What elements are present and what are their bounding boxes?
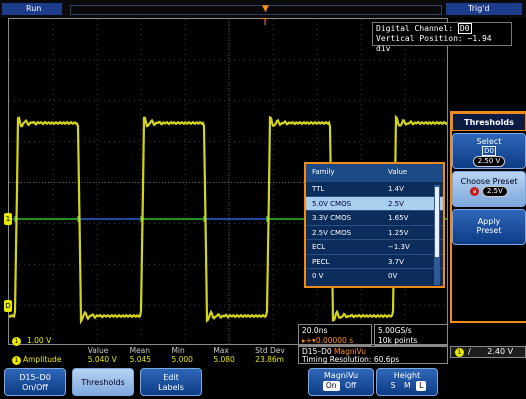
trigger-source-badge: 1 — [455, 348, 464, 357]
scrollbar-thumb[interactable] — [435, 187, 439, 257]
channel-1-marker[interactable]: 1 — [4, 213, 12, 225]
trigger-status: Trig'd — [446, 3, 522, 15]
value-cell: 0V — [388, 272, 398, 280]
magnivu-on-option[interactable]: On — [322, 381, 340, 391]
measurement-name: Amplitude — [23, 355, 62, 364]
channel-1-scale[interactable]: 1 1.00 V — [12, 335, 297, 346]
btn3-line2: Labels — [158, 383, 184, 392]
measurement-header-row: Value Mean Min Max Std Dev — [12, 346, 297, 355]
digital-channel-marker[interactable]: D — [4, 300, 12, 312]
height-s-option[interactable]: S — [388, 381, 399, 391]
table-header: Family Value — [306, 164, 443, 181]
thresholds-button[interactable]: Thresholds — [72, 368, 134, 396]
value-cell: 1.65V — [388, 214, 409, 222]
record-length: 10k points — [378, 336, 418, 345]
magnivu-label: MagniVu — [323, 371, 359, 380]
table-row[interactable]: 5.0V CMOS 2.5V — [306, 195, 443, 210]
value-cell: 1.25V — [388, 228, 409, 237]
meas-mean: 5.045 — [129, 355, 152, 364]
choose-preset-label: Choose Preset — [460, 177, 518, 186]
digital-channel-id: D0 — [457, 23, 472, 34]
digital-channel-readout: Digital Channel: D0 Vertical Position: −… — [372, 22, 512, 53]
magnivu-off-option[interactable]: Off — [342, 381, 359, 391]
trigger-readout[interactable]: 1 ∕ 2.40 V — [450, 346, 526, 358]
select-channel-button[interactable]: Select D0 2.50 V — [452, 133, 526, 169]
trigger-marker[interactable]: T — [262, 18, 268, 28]
channel-1-badge: 1 — [12, 336, 21, 346]
knob-a-icon: a — [470, 187, 480, 196]
meas-header-mean: Mean — [129, 346, 151, 355]
height-m-option[interactable]: M — [401, 381, 413, 391]
apply-line1: Apply — [477, 217, 501, 226]
magnivu-readout: D15–D0 MagniVu Timing Resolution: 60.6ps — [298, 346, 448, 364]
btn3-line1: Edit — [163, 373, 179, 382]
measurement-readout[interactable]: Value Mean Min Max Std Dev 1 Amplitude 5.… — [12, 346, 297, 365]
meas-value: 5.040 V — [87, 355, 117, 364]
meas-header-value: Value — [87, 346, 109, 355]
apply-preset-button[interactable]: Apply Preset — [452, 209, 526, 245]
record-view-bar — [70, 5, 442, 15]
table-row[interactable]: 3.3V CMOS 1.65V — [306, 210, 443, 225]
family-cell: ECL — [312, 243, 326, 251]
apply-line2: Preset — [476, 226, 502, 235]
timing-resolution: Timing Resolution: 60.6ps — [302, 355, 400, 364]
btn1-line2: On/Off — [22, 383, 48, 392]
table-row[interactable]: 2.5V CMOS 1.25V — [306, 224, 443, 240]
family-cell: 3.3V CMOS — [312, 214, 352, 222]
meas-max: 5.080 — [213, 355, 235, 364]
measurement-channel-badge: 1 — [12, 356, 21, 365]
meas-header-max: Max — [213, 346, 229, 355]
family-header: Family — [312, 168, 335, 176]
trigger-slope-icon: ∕ — [468, 347, 471, 356]
height-l-option[interactable]: L — [416, 381, 427, 391]
table-row[interactable]: TTL 1.4V — [306, 181, 443, 196]
table-scrollbar[interactable] — [434, 185, 440, 285]
value-cell: −1.3V — [388, 243, 410, 251]
meas-min: 5.000 — [171, 355, 193, 364]
choose-preset-button[interactable]: Choose Preset a 2.5V — [452, 171, 526, 207]
family-cell: 0 V — [312, 272, 324, 280]
trigger-offset: ▸+▾0.00000 s — [302, 336, 354, 345]
height-label: Height — [393, 371, 421, 380]
thresholds-preset-table[interactable]: Family Value TTL 1.4V 5.0V CMOS 2.5V 3.3V CM… — [304, 162, 445, 288]
select-value: 2.50 V — [472, 156, 506, 167]
value-cell: 1.4V — [388, 185, 404, 193]
acquisition-readout[interactable]: 5.00GS/s 10k points — [374, 324, 448, 346]
status-bar: Run ▼ Trig'd — [0, 0, 526, 18]
run-status: Run — [2, 3, 62, 15]
btn1-line1: D15–D0 — [19, 373, 51, 382]
table-row[interactable]: 0 V 0V — [306, 268, 443, 283]
value-cell: 2.5V — [388, 199, 404, 208]
select-channel-id: D0 — [482, 146, 496, 156]
table-row[interactable]: PECL 3.7V — [306, 253, 443, 269]
value-header: Value — [388, 168, 408, 176]
family-cell: 5.0V CMOS — [312, 199, 352, 208]
digital-channel-label: Digital Channel: — [376, 24, 454, 33]
side-menu-title: Thresholds — [452, 113, 526, 131]
channel-1-volts-per-div: 1.00 V — [27, 336, 52, 345]
family-cell: TTL — [312, 185, 325, 193]
vertical-position: Vertical Position: −1.94 div — [376, 34, 492, 53]
timebase-readout[interactable]: 20.0ns ▸+▾0.00000 s — [298, 324, 372, 346]
trigger-level: 2.40 V — [487, 347, 514, 356]
height-button[interactable]: Height S M L — [376, 368, 438, 396]
choose-preset-value: 2.5V — [481, 186, 508, 197]
trigger-position-icon: ▼ — [262, 4, 269, 14]
magnivu-button[interactable]: MagniVu On Off — [308, 368, 374, 396]
meas-header-stddev: Std Dev — [255, 346, 285, 355]
select-label: Select — [476, 137, 502, 146]
meas-stddev: 23.86m — [255, 355, 284, 364]
d15-d0-onoff-button[interactable]: D15–D0 On/Off — [4, 368, 66, 396]
family-cell: PECL — [312, 257, 330, 266]
edit-labels-button[interactable]: Edit Labels — [140, 368, 202, 396]
value-cell: 3.7V — [388, 257, 404, 266]
time-per-div: 20.0ns — [302, 326, 328, 335]
meas-header-min: Min — [171, 346, 185, 355]
measurement-value-row: 1 Amplitude 5.040 V 5.045 5.000 5.080 23.… — [12, 355, 297, 365]
sample-rate: 5.00GS/s — [378, 326, 412, 335]
family-cell: 2.5V CMOS — [312, 228, 352, 237]
table-row[interactable]: ECL −1.3V — [306, 239, 443, 254]
